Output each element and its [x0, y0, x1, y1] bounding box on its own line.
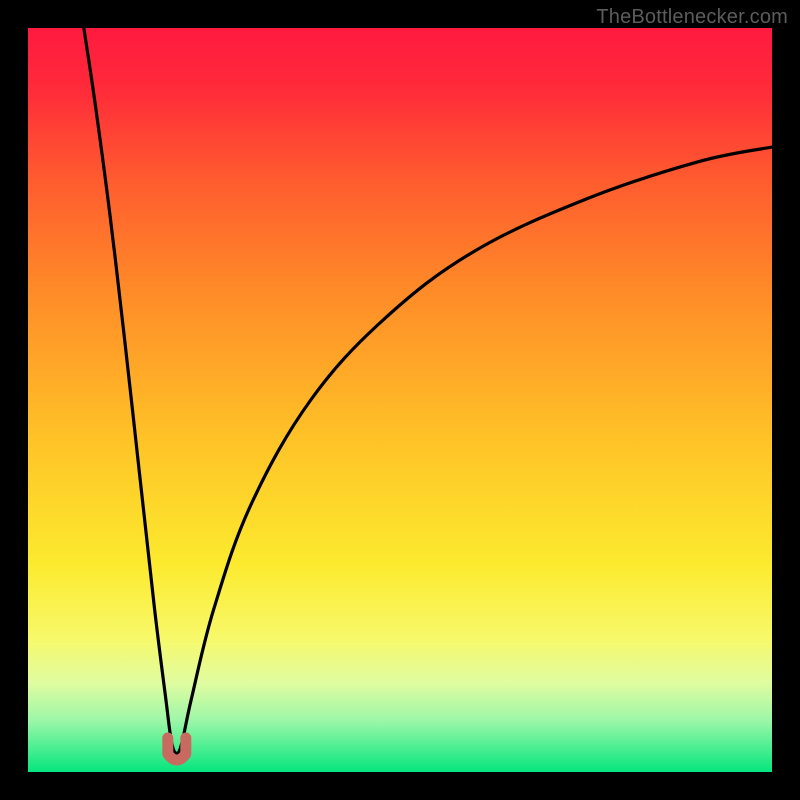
chart-background [28, 28, 772, 772]
chart-svg [28, 28, 772, 772]
chart-frame: TheBottlenecker.com [0, 0, 800, 800]
watermark-text: TheBottlenecker.com [596, 6, 788, 29]
chart-plot-area [28, 28, 772, 772]
